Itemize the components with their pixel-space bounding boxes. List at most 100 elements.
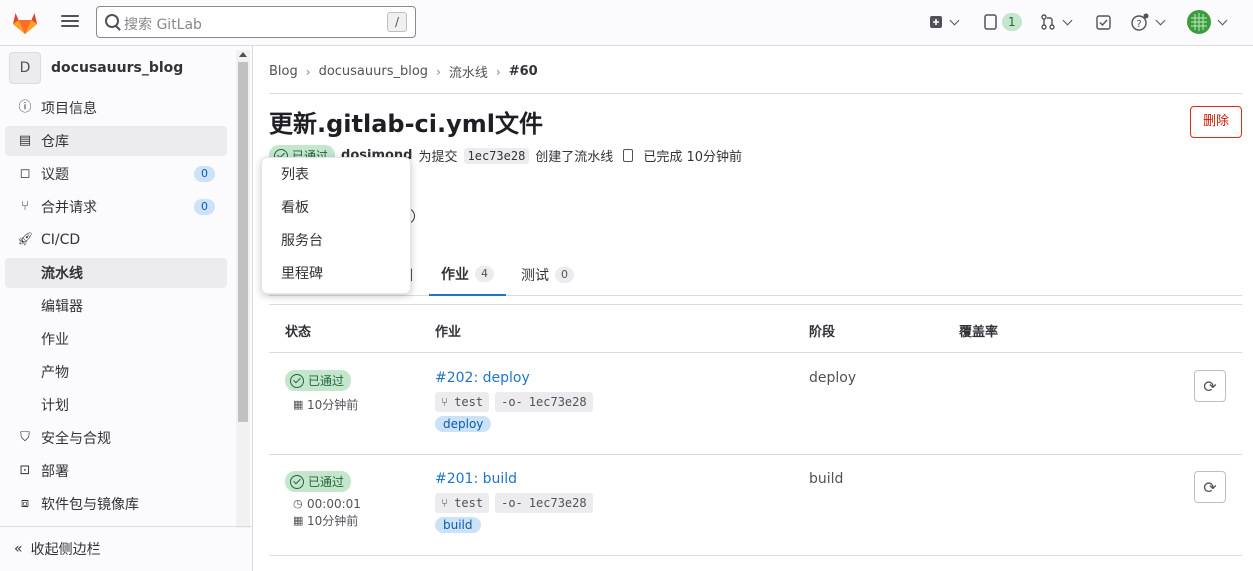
sidebar-item-repository[interactable]: ▤ 仓库 [5, 126, 227, 156]
branch-ref[interactable]: ⑂ test [435, 392, 490, 412]
status-badge[interactable]: 已通过 [285, 370, 352, 391]
merge-requests-button[interactable] [1040, 10, 1073, 34]
branch-ref[interactable]: ⑂ test [435, 493, 490, 513]
branch-name: test [454, 496, 484, 510]
sidebar-item-label: 仓库 [41, 134, 69, 150]
collapse-sidebar-button[interactable]: « 收起侧边栏 [0, 526, 252, 571]
menu-item-milestones[interactable]: 里程碑 [262, 258, 412, 291]
tab-label: 测试 [521, 268, 549, 284]
job-duration-value: 00:00:01 [307, 496, 361, 511]
issues-dropdown-menu: 列表 看板 服务台 里程碑 [261, 157, 411, 294]
retry-button[interactable]: ⟳ [1194, 370, 1226, 402]
sidebar-item-pipelines[interactable]: 流水线 [5, 258, 227, 288]
jobs-table-header: 状态 作业 阶段 覆盖率 [269, 305, 1242, 353]
help-button[interactable]: ? [1131, 10, 1166, 34]
breadcrumb-item[interactable]: Blog [269, 64, 298, 79]
tab-count-badge: 4 [475, 266, 494, 282]
column-header-status: 状态 [285, 325, 312, 340]
user-menu-button[interactable] [1187, 10, 1228, 34]
sidebar-item-label: 编辑器 [41, 299, 83, 315]
new-dropdown-button[interactable] [929, 10, 960, 34]
retry-button[interactable]: ⟳ [1194, 471, 1226, 503]
breadcrumb-current[interactable]: #60 [509, 64, 538, 79]
project-name: docusauurs_blog [51, 60, 184, 76]
gitlab-logo[interactable] [10, 7, 40, 37]
menu-icon[interactable] [60, 12, 80, 32]
sidebar-item-editor[interactable]: 编辑器 [5, 291, 227, 321]
sidebar-item-label: 议题 [41, 167, 69, 183]
commit-sha-link[interactable]: 1ec73e28 [463, 147, 530, 164]
calendar-icon: ▦ [293, 397, 304, 411]
issues-count: 1 [1002, 13, 1022, 31]
sidebar-item-security[interactable]: ⛉ 安全与合规 [5, 423, 227, 453]
commit-ref[interactable]: -o- 1ec73e28 [495, 493, 593, 513]
job-status-cell: 已通过 ◷ 00:00:01 ▦ 10分钟前 [285, 471, 361, 529]
status-label: 已通过 [308, 374, 345, 388]
job-stage: build [809, 471, 844, 487]
chevron-down-icon [1155, 15, 1166, 25]
todos-button[interactable] [1096, 10, 1111, 34]
sidebar-item-jobs[interactable]: 作业 [5, 324, 227, 354]
commit-ref[interactable]: -o- 1ec73e28 [495, 392, 593, 412]
sidebar-scroll-thumb[interactable] [238, 62, 248, 422]
retry-icon: ⟳ [1203, 477, 1217, 497]
job-tag: build [435, 517, 481, 533]
job-cell: #201: build ⑂ test -o- 1ec73e28 build [435, 471, 593, 533]
sidebar-item-artifacts[interactable]: 产物 [5, 357, 227, 387]
copy-icon[interactable] [623, 149, 634, 162]
table-row: 已通过 ◷ 00:00:01 ▦ 10分钟前 #201: build ⑂ test… [269, 455, 1242, 556]
rocket-icon: 🚀︎ [17, 232, 34, 247]
issues-button[interactable]: 1 [984, 10, 1022, 34]
job-stage: deploy [809, 370, 857, 386]
breadcrumb-separator-icon: › [436, 64, 441, 79]
sidebar-item-label: 项目信息 [41, 101, 97, 117]
chevron-down-icon [949, 15, 960, 25]
status-label: 已通过 [308, 475, 345, 489]
menu-item-boards[interactable]: 看板 [262, 192, 412, 225]
meta-text: 创建了流水线 [535, 150, 614, 165]
top-bar: 搜索 GitLab / 1 ? [0, 0, 1253, 46]
sidebar-item-label: 计划 [41, 398, 69, 414]
menu-item-list[interactable]: 列表 [262, 159, 412, 192]
status-badge[interactable]: 已通过 [285, 471, 352, 492]
package-icon: ⧈ [20, 496, 30, 511]
tab-jobs[interactable]: 作业 4 [429, 254, 506, 296]
commit-sha: 1ec73e28 [528, 496, 587, 510]
job-link[interactable]: #201: build [435, 471, 593, 487]
breadcrumb-item[interactable]: 流水线 [449, 62, 488, 81]
job-ago: 10分钟前 [307, 513, 359, 528]
commit-icon: -o- [501, 496, 523, 510]
job-link[interactable]: #202: deploy [435, 370, 593, 386]
help-icon: ? [1131, 13, 1149, 31]
meta-text: 为提交 [418, 150, 458, 165]
sidebar-item-schedules[interactable]: 计划 [5, 390, 227, 420]
merge-request-icon: ⑂ [21, 199, 29, 214]
tab-tests[interactable]: 测试 0 [509, 254, 586, 296]
repository-icon: ▤ [18, 133, 32, 148]
sidebar-item-packages[interactable]: ⧈ 软件包与镜像库 [5, 489, 227, 519]
breadcrumb-item[interactable]: docusauurs_blog [319, 64, 429, 79]
sidebar-item-cicd[interactable]: 🚀︎ CI/CD [5, 225, 227, 255]
sidebar-item-project-info[interactable]: ⓘ 项目信息 [5, 93, 227, 123]
info-icon: ⓘ [18, 100, 32, 115]
project-header[interactable]: D docusauurs_blog [9, 52, 183, 84]
delete-button[interactable]: 删除 [1190, 106, 1242, 138]
search-input[interactable]: 搜索 GitLab / [96, 6, 416, 38]
chevron-down-icon [1062, 15, 1073, 25]
sidebar-item-label: 安全与合规 [41, 431, 111, 447]
branch-icon: ⑂ [441, 395, 449, 409]
column-header-stage: 阶段 [809, 325, 836, 340]
scroll-up-arrow[interactable] [239, 52, 247, 57]
job-tag: deploy [435, 416, 492, 432]
sidebar-item-merge-requests[interactable]: ⑂ 合并请求 0 [5, 192, 227, 222]
double-chevron-left-icon: « [14, 541, 23, 557]
job-refs: ⑂ test -o- 1ec73e28 [435, 392, 593, 412]
search-shortcut: / [387, 12, 407, 32]
column-header-job: 作业 [435, 325, 462, 340]
todo-icon [1096, 14, 1111, 30]
menu-item-service-desk[interactable]: 服务台 [262, 225, 412, 258]
sidebar-item-deployments[interactable]: ⊡ 部署 [5, 456, 227, 486]
job-cell: #202: deploy ⑂ test -o- 1ec73e28 deploy [435, 370, 593, 432]
sidebar-item-issues[interactable]: ◻ 议题 0 [5, 159, 227, 189]
merge-requests-count-badge: 0 [194, 199, 215, 215]
